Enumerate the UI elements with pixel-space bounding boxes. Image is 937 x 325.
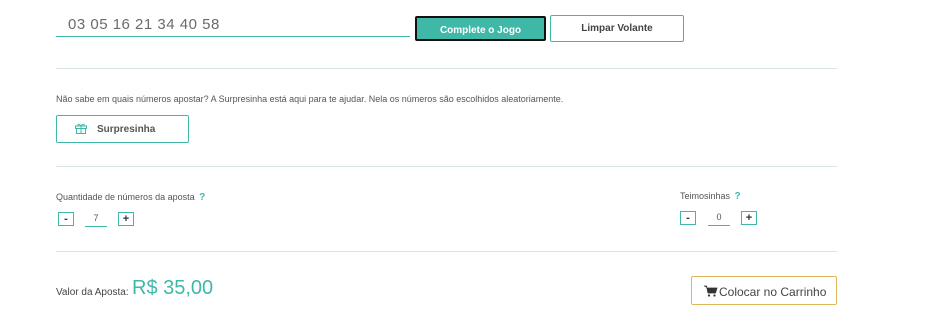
teimosinhas-label: Teimosinhas [680,191,731,201]
gift-icon [75,123,87,134]
quantity-help-icon[interactable]: ? [199,192,205,203]
teimosinhas-input[interactable]: 0 [708,211,730,226]
surprise-button-label: Surpresinha [97,124,156,135]
teimosinhas-label-row: Teimosinhas ? [680,191,741,202]
surprise-button[interactable]: Surpresinha [56,115,189,143]
quantity-label-row: Quantidade de números da aposta ? [56,192,205,203]
surprise-help-text: Não sabe em quais números apostar? A Sur… [56,94,564,104]
selected-numbers-field[interactable]: 03 05 16 21 34 40 58 [56,14,410,37]
bet-value-label: Valor da Aposta: [56,287,129,298]
divider [56,251,837,252]
divider [56,166,837,167]
teimosinhas-decrement-button[interactable]: - [680,211,696,225]
quantity-decrement-button[interactable]: - [58,212,74,226]
teimosinhas-help-icon[interactable]: ? [735,191,741,202]
quantity-increment-button[interactable]: + [118,212,134,226]
clear-ticket-button[interactable]: Limpar Volante [550,15,684,42]
complete-game-button[interactable]: Complete o Jogo [415,16,546,41]
divider [56,68,837,69]
add-to-cart-label: Colocar no Carrinho [719,285,827,299]
cart-icon [704,285,718,297]
quantity-input[interactable]: 7 [85,212,107,227]
teimosinhas-increment-button[interactable]: + [741,211,757,225]
quantity-label: Quantidade de números da aposta [56,192,195,202]
bet-value-amount: R$ 35,00 [132,277,214,299]
add-to-cart-button[interactable]: Colocar no Carrinho [691,276,837,305]
